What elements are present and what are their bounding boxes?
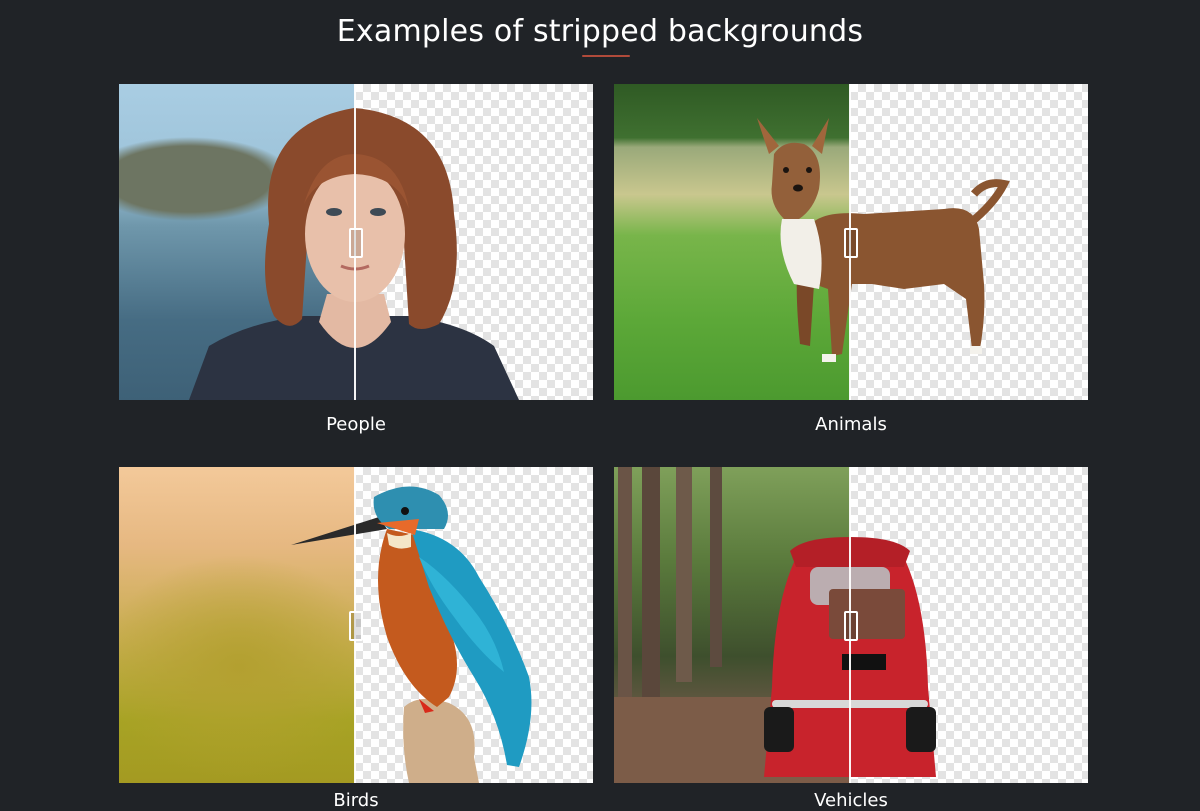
spellcheck-underline — [582, 55, 630, 57]
page-title: Examples of stripped backgrounds — [0, 14, 1200, 57]
page-title-text: Examples of stripped backgrounds — [336, 14, 864, 49]
slider-handle-birds[interactable] — [349, 611, 363, 641]
example-card-animals[interactable] — [614, 84, 1088, 400]
slider-handle-animals[interactable] — [844, 228, 858, 258]
slider-handle-people[interactable] — [349, 228, 363, 258]
slider-handle-vehicles[interactable] — [844, 611, 858, 641]
example-card-people[interactable] — [119, 84, 593, 400]
example-card-vehicles[interactable] — [614, 467, 1088, 783]
example-label-animals: Animals — [815, 414, 887, 435]
example-card-birds[interactable] — [119, 467, 593, 783]
example-label-vehicles: Vehicles — [814, 790, 888, 811]
example-label-people: People — [326, 414, 386, 435]
example-label-birds: Birds — [333, 790, 379, 811]
